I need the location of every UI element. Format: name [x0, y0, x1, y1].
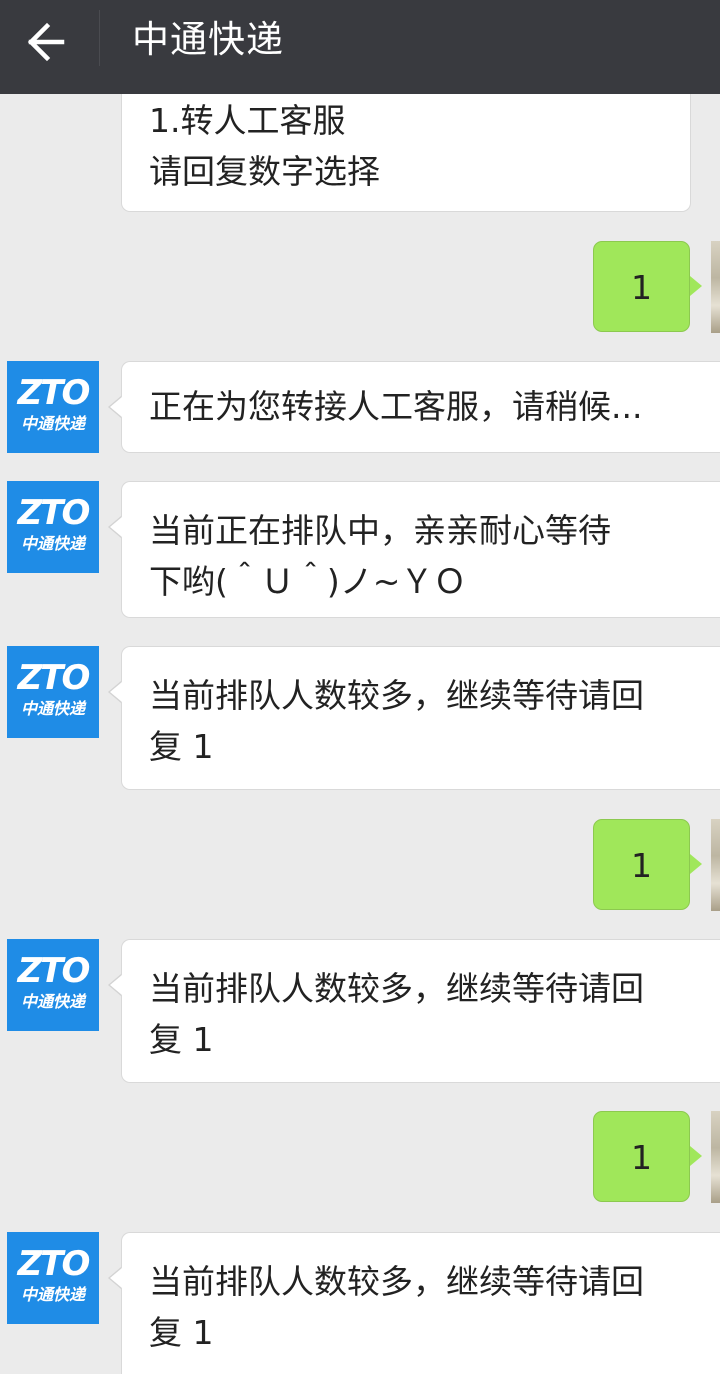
zto-avatar[interactable]: ZTO 中通快递 [7, 1232, 99, 1324]
message-bubble-bot[interactable]: 当前排队人数较多，继续等待请回 复 1 [121, 646, 720, 790]
message-line: 复 1 [149, 1020, 214, 1059]
header-divider [99, 10, 100, 66]
message-text: 1 [631, 846, 652, 885]
message-line: 1.转人工客服 [149, 101, 346, 140]
zto-logo-sub: 中通快递 [20, 992, 85, 1011]
message-line: 当前排队人数较多，继续等待请回 [149, 1262, 644, 1301]
message-line: 复 1 [149, 727, 214, 766]
message-line: 复 1 [149, 1313, 214, 1352]
zto-avatar[interactable]: ZTO 中通快递 [7, 939, 99, 1031]
bubble-tail [690, 854, 702, 874]
message-bubble-bot[interactable]: 正在为您转接人工客服，请稍候... [121, 361, 720, 453]
message-line: 当前正在排队中，亲亲耐心等待 [149, 511, 611, 550]
message-line: 当前排队人数较多，继续等待请回 [149, 969, 644, 1008]
message-bubble-bot[interactable]: 当前排队人数较多，继续等待请回 复 1 [121, 1232, 720, 1374]
message-text: 1 [631, 1138, 652, 1177]
chat-title: 中通快递 [132, 18, 284, 61]
zto-logo-sub: 中通快递 [20, 534, 85, 553]
zto-avatar[interactable]: ZTO 中通快递 [7, 646, 99, 738]
zto-avatar[interactable]: ZTO 中通快递 [7, 361, 99, 453]
message-bubble-me[interactable]: 1 [593, 241, 690, 332]
message-line: 下哟(＾Ｕ＾)ノ~ＹＯ [149, 562, 467, 601]
arrow-left-icon [27, 22, 65, 62]
message-bubble-bot[interactable]: 1.转人工客服 请回复数字选择 [121, 80, 691, 212]
top-bar: 中通快递 [0, 0, 720, 94]
zto-logo-icon: ZTO [17, 658, 91, 698]
message-bubble-me[interactable]: 1 [593, 1111, 690, 1202]
zto-logo-icon: ZTO [17, 1244, 91, 1284]
zto-logo-sub: 中通快递 [20, 1285, 85, 1304]
bubble-tail [110, 975, 122, 995]
user-avatar[interactable] [711, 819, 720, 911]
zto-logo-sub: 中通快递 [20, 699, 85, 718]
bubble-tail [690, 1146, 702, 1166]
user-avatar[interactable] [711, 1111, 720, 1203]
bubble-tail [690, 276, 702, 296]
zto-logo-icon: ZTO [17, 951, 91, 991]
user-avatar[interactable] [711, 241, 720, 333]
zto-logo-icon: ZTO [17, 493, 91, 533]
bubble-tail [110, 517, 122, 537]
message-bubble-bot[interactable]: 当前正在排队中，亲亲耐心等待 下哟(＾Ｕ＾)ノ~ＹＯ [121, 481, 720, 618]
bubble-tail [110, 397, 122, 417]
zto-avatar[interactable]: ZTO 中通快递 [7, 481, 99, 573]
back-button[interactable] [10, 0, 80, 84]
zto-logo-icon: ZTO [17, 373, 91, 413]
bubble-tail [110, 682, 122, 702]
message-line: 正在为您转接人工客服，请稍候... [149, 387, 643, 426]
chat-area[interactable]: 1.转人工客服 请回复数字选择 1 ZTO 中通快递 正在为您转接人工客服，请稍… [0, 0, 720, 1374]
bubble-tail [110, 1268, 122, 1288]
message-text: 1 [631, 268, 652, 307]
zto-logo-sub: 中通快递 [20, 414, 85, 433]
message-line: 当前排队人数较多，继续等待请回 [149, 676, 644, 715]
message-line: 请回复数字选择 [149, 152, 380, 191]
message-bubble-me[interactable]: 1 [593, 819, 690, 910]
message-bubble-bot[interactable]: 当前排队人数较多，继续等待请回 复 1 [121, 939, 720, 1083]
